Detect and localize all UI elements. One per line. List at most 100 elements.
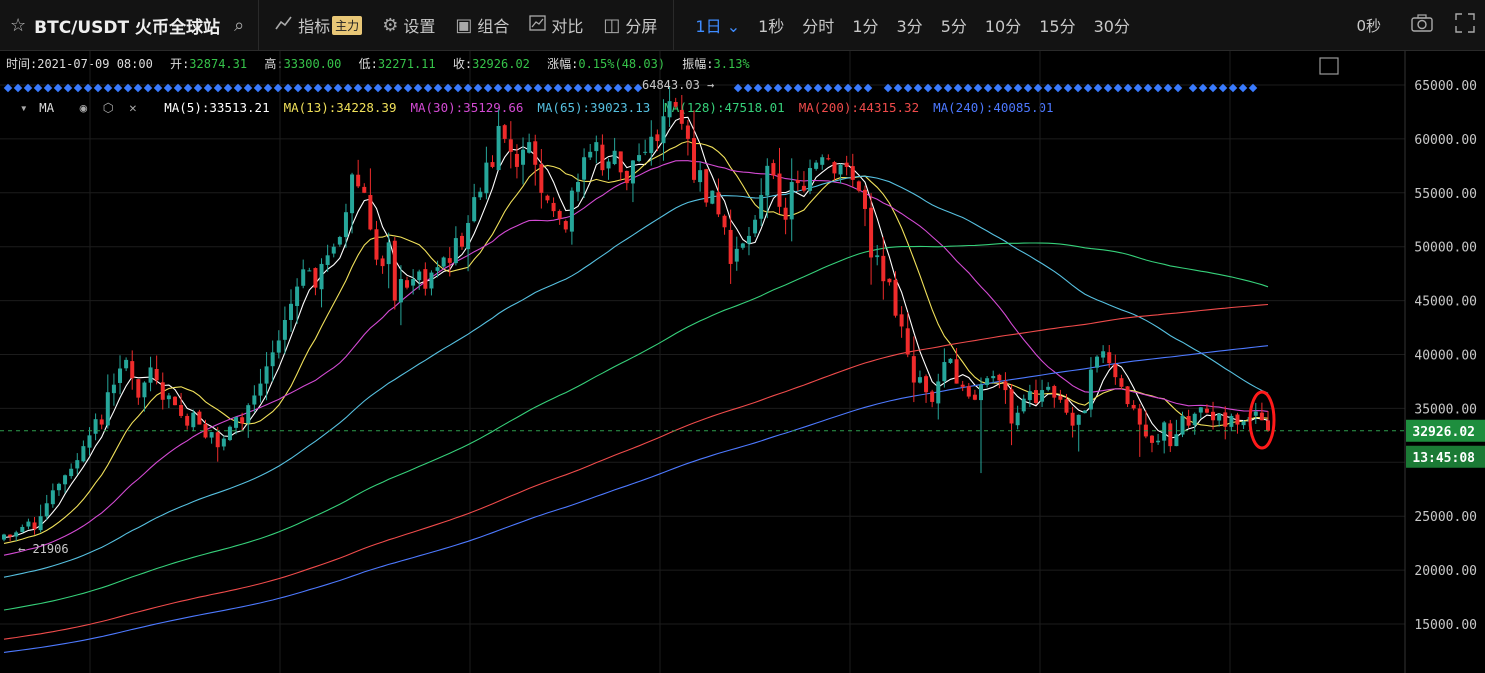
candle-body-72 xyxy=(441,257,446,267)
combo-label: 组合 xyxy=(477,17,510,36)
indicator-icon xyxy=(275,15,293,36)
symbol-selector[interactable]: ☆ BTC/USDT 火币全球站 ⌕ xyxy=(0,0,260,50)
candle-body-168 xyxy=(1027,391,1032,401)
indicator-button[interactable]: 指标 主力 xyxy=(265,0,372,50)
candle-body-40 xyxy=(246,405,251,424)
candle-body-111 xyxy=(679,109,684,124)
candle-body-71 xyxy=(435,267,440,271)
candle-body-162 xyxy=(991,376,996,379)
interval-8[interactable]: 30分 xyxy=(1085,13,1139,37)
candle-body-120 xyxy=(734,248,739,262)
interval-1[interactable]: 1秒 xyxy=(749,13,793,37)
candle-body-13 xyxy=(81,446,86,462)
candle-body-6 xyxy=(38,516,43,531)
ma-line-2 xyxy=(3,160,1269,556)
candle-body-15 xyxy=(93,419,98,434)
candle-body-176 xyxy=(1076,414,1081,425)
candle-body-148 xyxy=(905,328,910,355)
candle-body-159 xyxy=(972,394,977,400)
interval-7[interactable]: 15分 xyxy=(1030,13,1084,37)
y-tick-label-9: 20000.00 xyxy=(1414,564,1477,579)
candle-body-16 xyxy=(99,419,104,425)
interval-3[interactable]: 1分 xyxy=(843,13,887,37)
candle-body-88 xyxy=(539,164,544,193)
candle-body-86 xyxy=(527,142,532,153)
candle-body-5 xyxy=(32,522,37,530)
candle-body-32 xyxy=(197,411,202,425)
interval-5[interactable]: 5分 xyxy=(932,13,976,37)
candle-body-53 xyxy=(325,255,330,265)
candle-body-113 xyxy=(692,138,697,180)
price-axis: 65000.00 60000.00 55000.00 50000.00 45000.00… xyxy=(1404,51,1477,673)
candle-body-142 xyxy=(869,207,874,258)
candle-body-76 xyxy=(466,222,471,250)
candle-body-190 xyxy=(1162,422,1167,441)
candle-body-198 xyxy=(1211,411,1216,421)
candle-body-57 xyxy=(350,174,355,214)
symbol-title[interactable]: BTC/USDT 火币全球站 xyxy=(34,13,220,38)
candle-body-3 xyxy=(20,526,25,532)
candle-body-54 xyxy=(331,246,336,254)
fullscreen-icon[interactable] xyxy=(1455,12,1475,38)
candle-body-107 xyxy=(655,134,660,142)
y-tick-label-3: 50000.00 xyxy=(1414,241,1477,256)
price-chart[interactable]: 65000.00 60000.00 55000.00 50000.00 45000.00… xyxy=(0,50,1485,673)
candle-body-68 xyxy=(417,271,422,281)
candle-body-75 xyxy=(459,235,464,247)
candle-body-182 xyxy=(1113,364,1118,378)
candle-body-188 xyxy=(1149,435,1154,443)
candle-body-130 xyxy=(795,179,800,184)
candle-body-52 xyxy=(319,263,324,290)
split-screen-button[interactable]: ◫ 分屏 xyxy=(593,0,667,50)
y-tick-label-6: 35000.00 xyxy=(1414,402,1477,417)
candle-body-171 xyxy=(1046,386,1051,390)
candle-body-20 xyxy=(124,359,129,369)
candle-body-104 xyxy=(637,155,642,161)
moving-average-lines xyxy=(3,116,1269,653)
interval-2[interactable]: 分时 xyxy=(793,13,843,37)
candle-body-119 xyxy=(728,229,733,264)
candle-body-23 xyxy=(142,382,147,398)
candle-body-58 xyxy=(356,174,361,187)
candle-body-134 xyxy=(820,157,825,165)
camera-icon[interactable] xyxy=(1411,13,1433,37)
candle-body-10 xyxy=(63,475,68,485)
candle-body-48 xyxy=(295,286,300,306)
candle-body-184 xyxy=(1125,386,1130,405)
toolbar-right: 0秒 xyxy=(1356,0,1485,50)
candle-body-201 xyxy=(1229,415,1234,427)
combo-button[interactable]: ▣ 组合 xyxy=(445,0,519,50)
candle-body-126 xyxy=(771,163,776,176)
candle-body-46 xyxy=(282,320,287,340)
candle-body-4 xyxy=(26,521,31,527)
tool-group: 指标 主力 ⚙ 设置 ▣ 组合 对比 ◫ 分屏 xyxy=(259,0,675,50)
y-tick-label-10: 15000.00 xyxy=(1414,618,1477,633)
candle-body-191 xyxy=(1168,423,1173,447)
star-icon[interactable]: ☆ xyxy=(10,15,26,36)
candle-body-26 xyxy=(160,382,165,400)
candle-body-173 xyxy=(1058,395,1063,400)
interval-4[interactable]: 3分 xyxy=(888,13,932,37)
compare-button[interactable]: 对比 xyxy=(519,0,593,50)
interval-6[interactable]: 10分 xyxy=(976,13,1030,37)
candle-body-79 xyxy=(484,162,489,194)
candle-body-125 xyxy=(765,165,770,196)
candle-body-199 xyxy=(1217,413,1222,421)
candle-body-178 xyxy=(1088,369,1093,410)
interval-0[interactable]: 1日 ⌄ xyxy=(686,13,749,37)
candle-body-154 xyxy=(942,362,947,382)
candle-body-47 xyxy=(288,303,293,320)
candle-body-194 xyxy=(1186,416,1191,426)
candle-body-144 xyxy=(881,255,886,282)
candle-body-152 xyxy=(930,391,935,402)
settings-button[interactable]: ⚙ 设置 xyxy=(372,0,445,50)
y-tick-label-1: 60000.00 xyxy=(1414,133,1477,148)
search-icon[interactable]: ⌕ xyxy=(234,15,244,36)
candle-body-83 xyxy=(508,139,513,152)
candle-body-45 xyxy=(276,340,281,353)
candle-body-9 xyxy=(56,483,61,491)
settings-label: 设置 xyxy=(403,17,436,36)
current-price-label: 32926.02 xyxy=(1412,425,1475,440)
compare-icon xyxy=(529,14,547,36)
candle-body-203 xyxy=(1241,421,1246,426)
